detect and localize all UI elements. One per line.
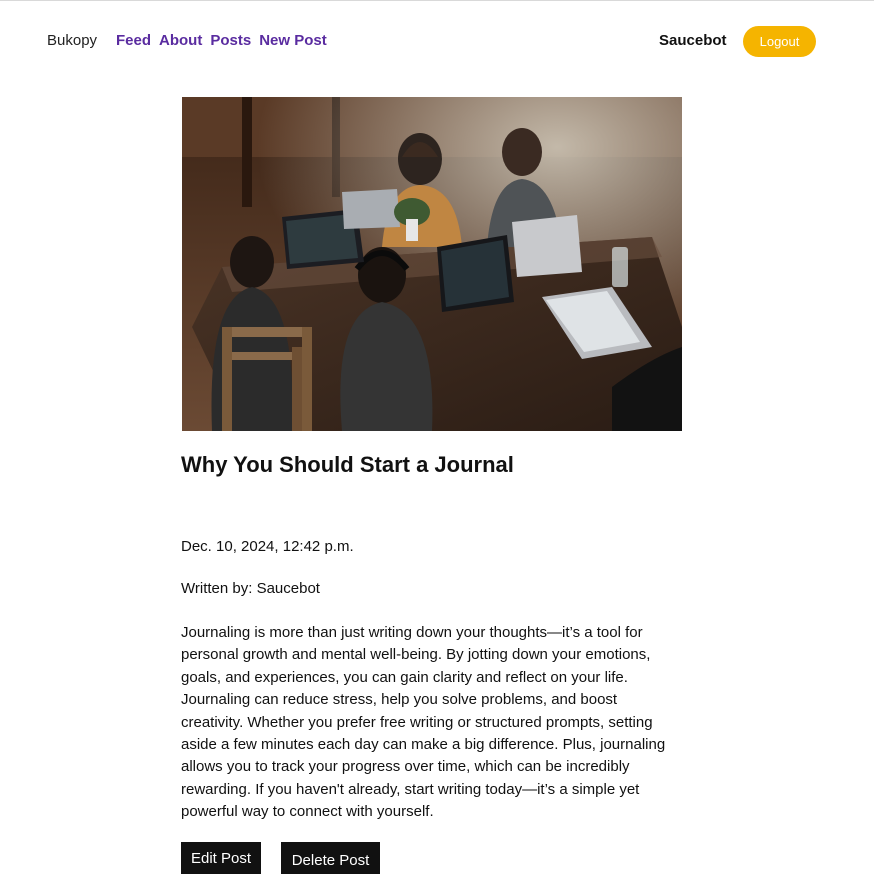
- nav-link-new-post[interactable]: New Post: [259, 32, 327, 49]
- edit-post-button[interactable]: Edit Post: [181, 842, 261, 874]
- brand-link[interactable]: Bukopy: [47, 32, 97, 49]
- nav-link-feed[interactable]: Feed: [116, 32, 151, 49]
- navbar: Bukopy Feed About Posts New Post Saucebo…: [0, 0, 874, 80]
- nav-link-posts[interactable]: Posts: [210, 32, 251, 49]
- post-title: Why You Should Start a Journal: [181, 452, 514, 477]
- nav-link-about[interactable]: About: [159, 32, 202, 49]
- post-body: Journaling is more than just writing dow…: [181, 624, 666, 821]
- delete-post-button[interactable]: Delete Post: [281, 842, 380, 874]
- post-date: Dec. 10, 2024, 12:42 p.m.: [181, 538, 354, 555]
- post-author: Written by: Saucebot: [181, 580, 320, 597]
- logout-button[interactable]: Logout: [743, 26, 816, 57]
- nav-links: Feed About Posts New Post: [116, 32, 327, 49]
- user-profile-link[interactable]: Saucebot: [659, 32, 727, 49]
- post-image: [182, 97, 682, 431]
